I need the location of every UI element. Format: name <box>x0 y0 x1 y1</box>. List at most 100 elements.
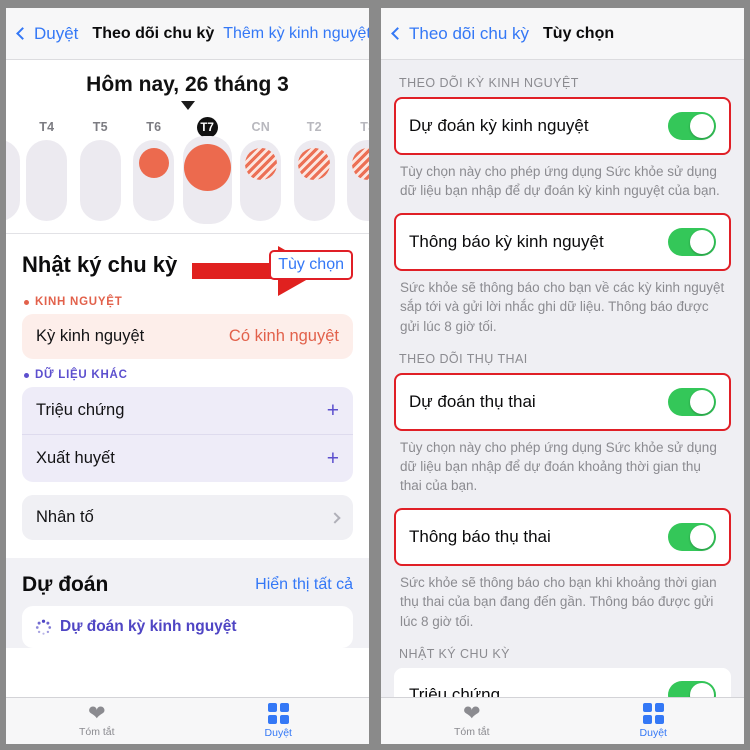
factors-card: Nhân tố <box>22 495 353 540</box>
setting-label: Dự đoán kỳ kinh nguyệt <box>409 116 589 135</box>
calendar-strip[interactable]: T4 T5 T6 T7 CN T2 T <box>6 115 369 233</box>
toggle-knob <box>690 230 714 255</box>
section-header-cycle-log: NHẬT KÝ CHU KỲ <box>399 646 510 661</box>
toggle-symptoms[interactable] <box>668 680 716 697</box>
setting-label: Dự đoán thụ thai <box>409 391 536 411</box>
setting-description: Tùy chọn này cho phép ứng dụng Sức khỏe … <box>400 439 717 494</box>
today-badge: T7 <box>196 117 218 138</box>
calendar-day-2[interactable]: T6 <box>127 117 181 221</box>
setting-description: Tùy chọn này cho phép ứng dụng Sức khỏe … <box>400 164 720 199</box>
tab-label: Tóm tắt <box>78 726 115 738</box>
predicted-period-dot-icon <box>298 148 331 180</box>
setting-label: Triệu chứng <box>409 684 501 697</box>
setting-row-period-notifications[interactable]: Thông báo kỳ kinh nguyệt <box>394 213 731 272</box>
today-caret-row <box>6 101 369 115</box>
settings-list[interactable]: THEO DÕI KỲ KINH NGUYỆT Dự đoán kỳ kinh … <box>381 60 744 697</box>
calendar-day-label: T3 <box>360 120 369 134</box>
tab-browse[interactable]: Duyệt <box>563 703 745 739</box>
screenshot-stage: Duyệt Theo dõi chu kỳ Thêm kỳ kinh nguyệ… <box>0 0 750 750</box>
cycle-log-title: Nhật ký chu kỳ <box>22 252 178 277</box>
cycle-log-settings-card: Triệu chứng Sinh hoạt tình dục <box>394 667 731 697</box>
section-header-period-tracking: THEO DÕI KỲ KINH NGUYỆT <box>399 76 579 90</box>
group-label-text: KINH NGUYỆT <box>35 296 123 308</box>
calendar-day-5[interactable]: T2 <box>288 117 342 221</box>
toggle-knob <box>690 389 714 414</box>
predicted-period-dot-icon <box>244 148 277 180</box>
back-button-label: Theo dõi chu kỳ <box>409 23 530 43</box>
add-period-button[interactable]: Thêm kỳ kinh nguyệt <box>223 25 369 43</box>
page-title: Tùy chọn <box>543 24 615 42</box>
other-data-card: Triệu chứng + Xuất huyết + <box>22 387 353 482</box>
right-navbar: Theo dõi chu kỳ Tùy chọn <box>381 8 744 60</box>
left-phone-screen: Duyệt Theo dõi chu kỳ Thêm kỳ kinh nguyệ… <box>0 0 375 750</box>
period-dot-icon <box>183 144 231 191</box>
chevron-left-icon <box>391 27 404 40</box>
row-value: Có kinh nguyệt <box>228 327 339 345</box>
day-pill <box>79 140 121 221</box>
calendar-day-3-today[interactable]: T7 <box>181 117 235 224</box>
options-button[interactable]: Tùy chọn <box>269 250 353 280</box>
period-card: Kỳ kinh nguyệt Có kinh nguyệt <box>22 314 353 359</box>
setting-row-period-prediction[interactable]: Dự đoán kỳ kinh nguyệt <box>394 97 731 155</box>
calendar-day-label: CN <box>251 120 270 134</box>
row-factors[interactable]: Nhân tố <box>22 495 353 540</box>
right-phone-screen: Theo dõi chu kỳ Tùy chọn THEO DÕI KỲ KIN… <box>375 0 750 750</box>
row-label: Kỳ kinh nguyệt <box>36 327 145 345</box>
tab-summary[interactable]: ❤ Tóm tắt <box>6 702 188 738</box>
toggle-knob <box>690 114 714 138</box>
day-pill <box>182 136 232 224</box>
calendar-day-label: T6 <box>146 120 162 134</box>
day-pill <box>133 140 175 221</box>
plus-icon[interactable]: + <box>327 400 339 421</box>
right-tabbar: ❤ Tóm tắt Duyệt <box>381 697 744 744</box>
toggle-period-notifications[interactable] <box>668 228 716 257</box>
predicted-period-dot-icon <box>351 148 369 180</box>
plus-icon[interactable]: + <box>327 448 339 469</box>
setting-row-symptoms[interactable]: Triệu chứng <box>394 667 731 697</box>
tab-label: Duyệt <box>639 727 667 739</box>
calendar-day-0[interactable]: T4 <box>20 117 74 221</box>
show-all-link[interactable]: Hiển thị tất cả <box>255 576 353 594</box>
loading-spinner-icon <box>35 619 52 635</box>
row-spotting[interactable]: Xuất huyết + <box>22 434 353 482</box>
back-button[interactable]: Theo dõi chu kỳ <box>391 24 529 44</box>
calendar-day-partial-left <box>6 117 20 221</box>
back-button[interactable]: Duyệt <box>16 24 78 44</box>
calendar-day-6[interactable]: T3 <box>341 117 369 221</box>
prediction-card[interactable]: Dự đoán kỳ kinh nguyệt <box>22 606 353 648</box>
tab-summary[interactable]: ❤ Tóm tắt <box>381 703 563 738</box>
setting-row-fertility-prediction[interactable]: Dự đoán thụ thai <box>394 372 731 431</box>
grid-icon <box>642 703 664 724</box>
caret-down-icon <box>180 101 195 110</box>
calendar-day-1[interactable]: T5 <box>74 117 128 221</box>
row-symptoms[interactable]: Triệu chứng + <box>22 387 353 434</box>
toggle-fertility-notifications[interactable] <box>668 523 716 552</box>
day-pill <box>6 140 20 221</box>
calendar-day-label: T2 <box>306 120 322 134</box>
group-label-text: DỮ LIỆU KHÁC <box>35 369 128 381</box>
tab-browse[interactable]: Duyệt <box>188 703 370 739</box>
day-pill <box>347 140 369 221</box>
row-period[interactable]: Kỳ kinh nguyệt Có kinh nguyệt <box>22 314 353 359</box>
bullet-icon <box>24 372 29 378</box>
group-label-other-data: DỮ LIỆU KHÁC <box>24 369 353 381</box>
setting-label: Thông báo kỳ kinh nguyệt <box>409 232 604 252</box>
tab-label: Tóm tắt <box>453 726 490 738</box>
setting-row-fertility-notifications[interactable]: Thông báo thụ thai <box>394 508 731 567</box>
calendar-day-label: T4 <box>39 120 55 134</box>
calendar-day-4[interactable]: CN <box>234 117 288 221</box>
toggle-fertility-prediction[interactable] <box>668 387 716 416</box>
left-tabbar: ❤ Tóm tắt Duyệt <box>6 697 369 744</box>
prediction-section: Dự đoán Hiển thị tất cả Dự đoán kỳ kinh … <box>6 558 369 648</box>
chevron-left-icon <box>16 27 29 40</box>
tab-label: Duyệt <box>264 727 292 739</box>
setting-description: Sức khỏe sẽ thông báo cho bạn khi khoảng… <box>400 575 717 629</box>
grid-icon <box>267 703 289 724</box>
toggle-period-prediction[interactable] <box>668 112 716 140</box>
date-header: Hôm nay, 26 tháng 3 <box>6 60 369 101</box>
left-navbar: Duyệt Theo dõi chu kỳ Thêm kỳ kinh nguyệ… <box>6 8 369 60</box>
page-title: Theo dõi chu kỳ <box>92 24 215 42</box>
heart-icon: ❤ <box>87 702 106 725</box>
day-pill <box>293 140 335 221</box>
chevron-right-icon <box>329 511 341 524</box>
